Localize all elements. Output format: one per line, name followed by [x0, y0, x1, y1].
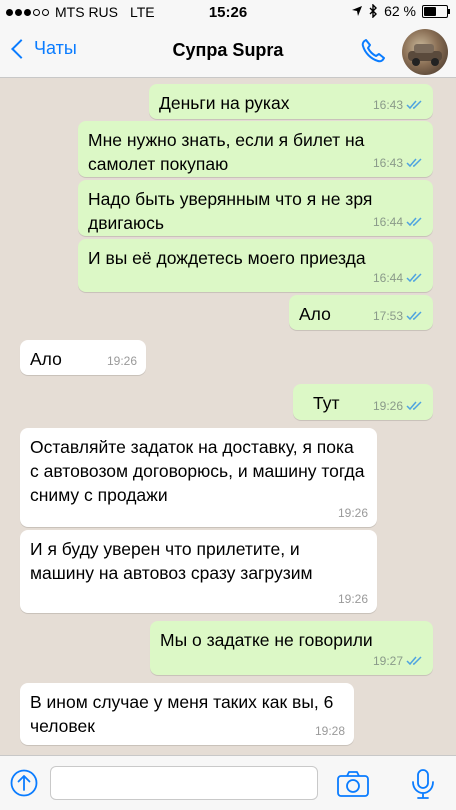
battery-percent: 62 %	[384, 3, 416, 19]
message-bubble[interactable]: Надо быть уверянным что я не зря двигаюс…	[78, 180, 433, 236]
message-bubble[interactable]: Мы о задатке не говорили 19:27	[150, 621, 433, 675]
read-ticks-icon	[406, 158, 422, 168]
message-time: 19:26	[106, 354, 137, 368]
message-meta: 19:26	[373, 394, 424, 418]
message-text: Оставляйте задаток на доставку, я пока с…	[30, 437, 365, 505]
message-input[interactable]	[50, 766, 318, 800]
status-right: 62 %	[351, 3, 450, 19]
microphone-icon[interactable]	[410, 768, 436, 800]
chat-header: Чаты Супра Supra	[0, 26, 456, 78]
message-meta: 19:26	[338, 587, 368, 611]
message-text: Мы о задатке не говорили	[160, 630, 373, 650]
read-ticks-icon	[406, 217, 422, 227]
message-time: 17:53	[372, 309, 403, 323]
location-arrow-icon	[352, 6, 363, 16]
message-meta: 19:26	[338, 501, 368, 525]
message-text: Надо быть уверянным что я не зря двигаюс…	[88, 189, 373, 233]
message-bubble[interactable]: Ало 19:26	[20, 340, 146, 375]
status-bar: MTS RUS LTE 15:26 62 %	[0, 0, 456, 26]
message-time: 16:43	[372, 98, 403, 112]
battery-icon	[422, 4, 450, 18]
read-ticks-icon	[406, 311, 422, 321]
message-time: 19:27	[372, 654, 403, 668]
message-bubble[interactable]: И я буду уверен что прилетите, и машину …	[20, 530, 377, 613]
message-time: 19:26	[337, 506, 368, 520]
message-bubble[interactable]: И вы её дождетесь моего приезда 16:44	[78, 239, 433, 292]
camera-icon[interactable]	[336, 770, 370, 798]
arrow-up-circle-icon[interactable]	[9, 768, 39, 798]
message-meta: 16:44	[373, 266, 424, 290]
composer-bar	[0, 755, 456, 810]
message-meta: 16:43	[373, 151, 424, 175]
message-text: Ало	[30, 349, 62, 369]
message-time: 19:26	[337, 592, 368, 606]
phone-icon[interactable]	[358, 36, 388, 66]
message-text: Тут	[313, 393, 340, 413]
message-bubble[interactable]: Ало 17:53	[289, 295, 433, 330]
message-meta: 19:26	[107, 349, 137, 373]
read-ticks-icon	[406, 100, 422, 110]
message-text: И я буду уверен что прилетите, и машину …	[30, 539, 313, 583]
message-text: Деньги на руках	[159, 93, 290, 113]
car-photo-icon	[408, 44, 442, 66]
message-meta: 17:53	[373, 304, 424, 328]
message-bubble[interactable]: Мне нужно знать, если я билет на самолет…	[78, 121, 433, 177]
message-time: 16:44	[372, 215, 403, 229]
battery-fill	[424, 6, 436, 16]
read-ticks-icon	[406, 656, 422, 666]
read-ticks-icon	[406, 273, 422, 283]
message-text: И вы её дождетесь моего приезда	[88, 248, 366, 268]
message-bubble[interactable]: Деньги на руках 16:43	[149, 84, 433, 119]
bluetooth-icon	[369, 4, 378, 18]
message-list[interactable]: Деньги на руках 16:43 Мне нужно знать, е…	[0, 78, 456, 755]
message-meta: 19:27	[373, 649, 424, 673]
message-meta: 16:43	[373, 93, 424, 117]
message-text: Ало	[299, 304, 331, 324]
message-text: В ином случае у меня таких как вы, 6 чел…	[30, 692, 334, 736]
message-meta: 16:44	[373, 210, 424, 234]
message-text: Мне нужно знать, если я билет на самолет…	[88, 130, 365, 174]
message-bubble[interactable]: Оставляйте задаток на доставку, я пока с…	[20, 428, 377, 527]
message-meta: 19:28	[315, 719, 345, 743]
message-time: 19:28	[314, 724, 345, 738]
read-ticks-icon	[406, 401, 422, 411]
message-bubble[interactable]: Тут 19:26	[293, 384, 433, 420]
message-bubble[interactable]: В ином случае у меня таких как вы, 6 чел…	[20, 683, 354, 745]
contact-avatar[interactable]	[402, 29, 448, 75]
message-time: 16:44	[372, 271, 403, 285]
message-time: 19:26	[372, 399, 403, 413]
message-time: 16:43	[372, 156, 403, 170]
